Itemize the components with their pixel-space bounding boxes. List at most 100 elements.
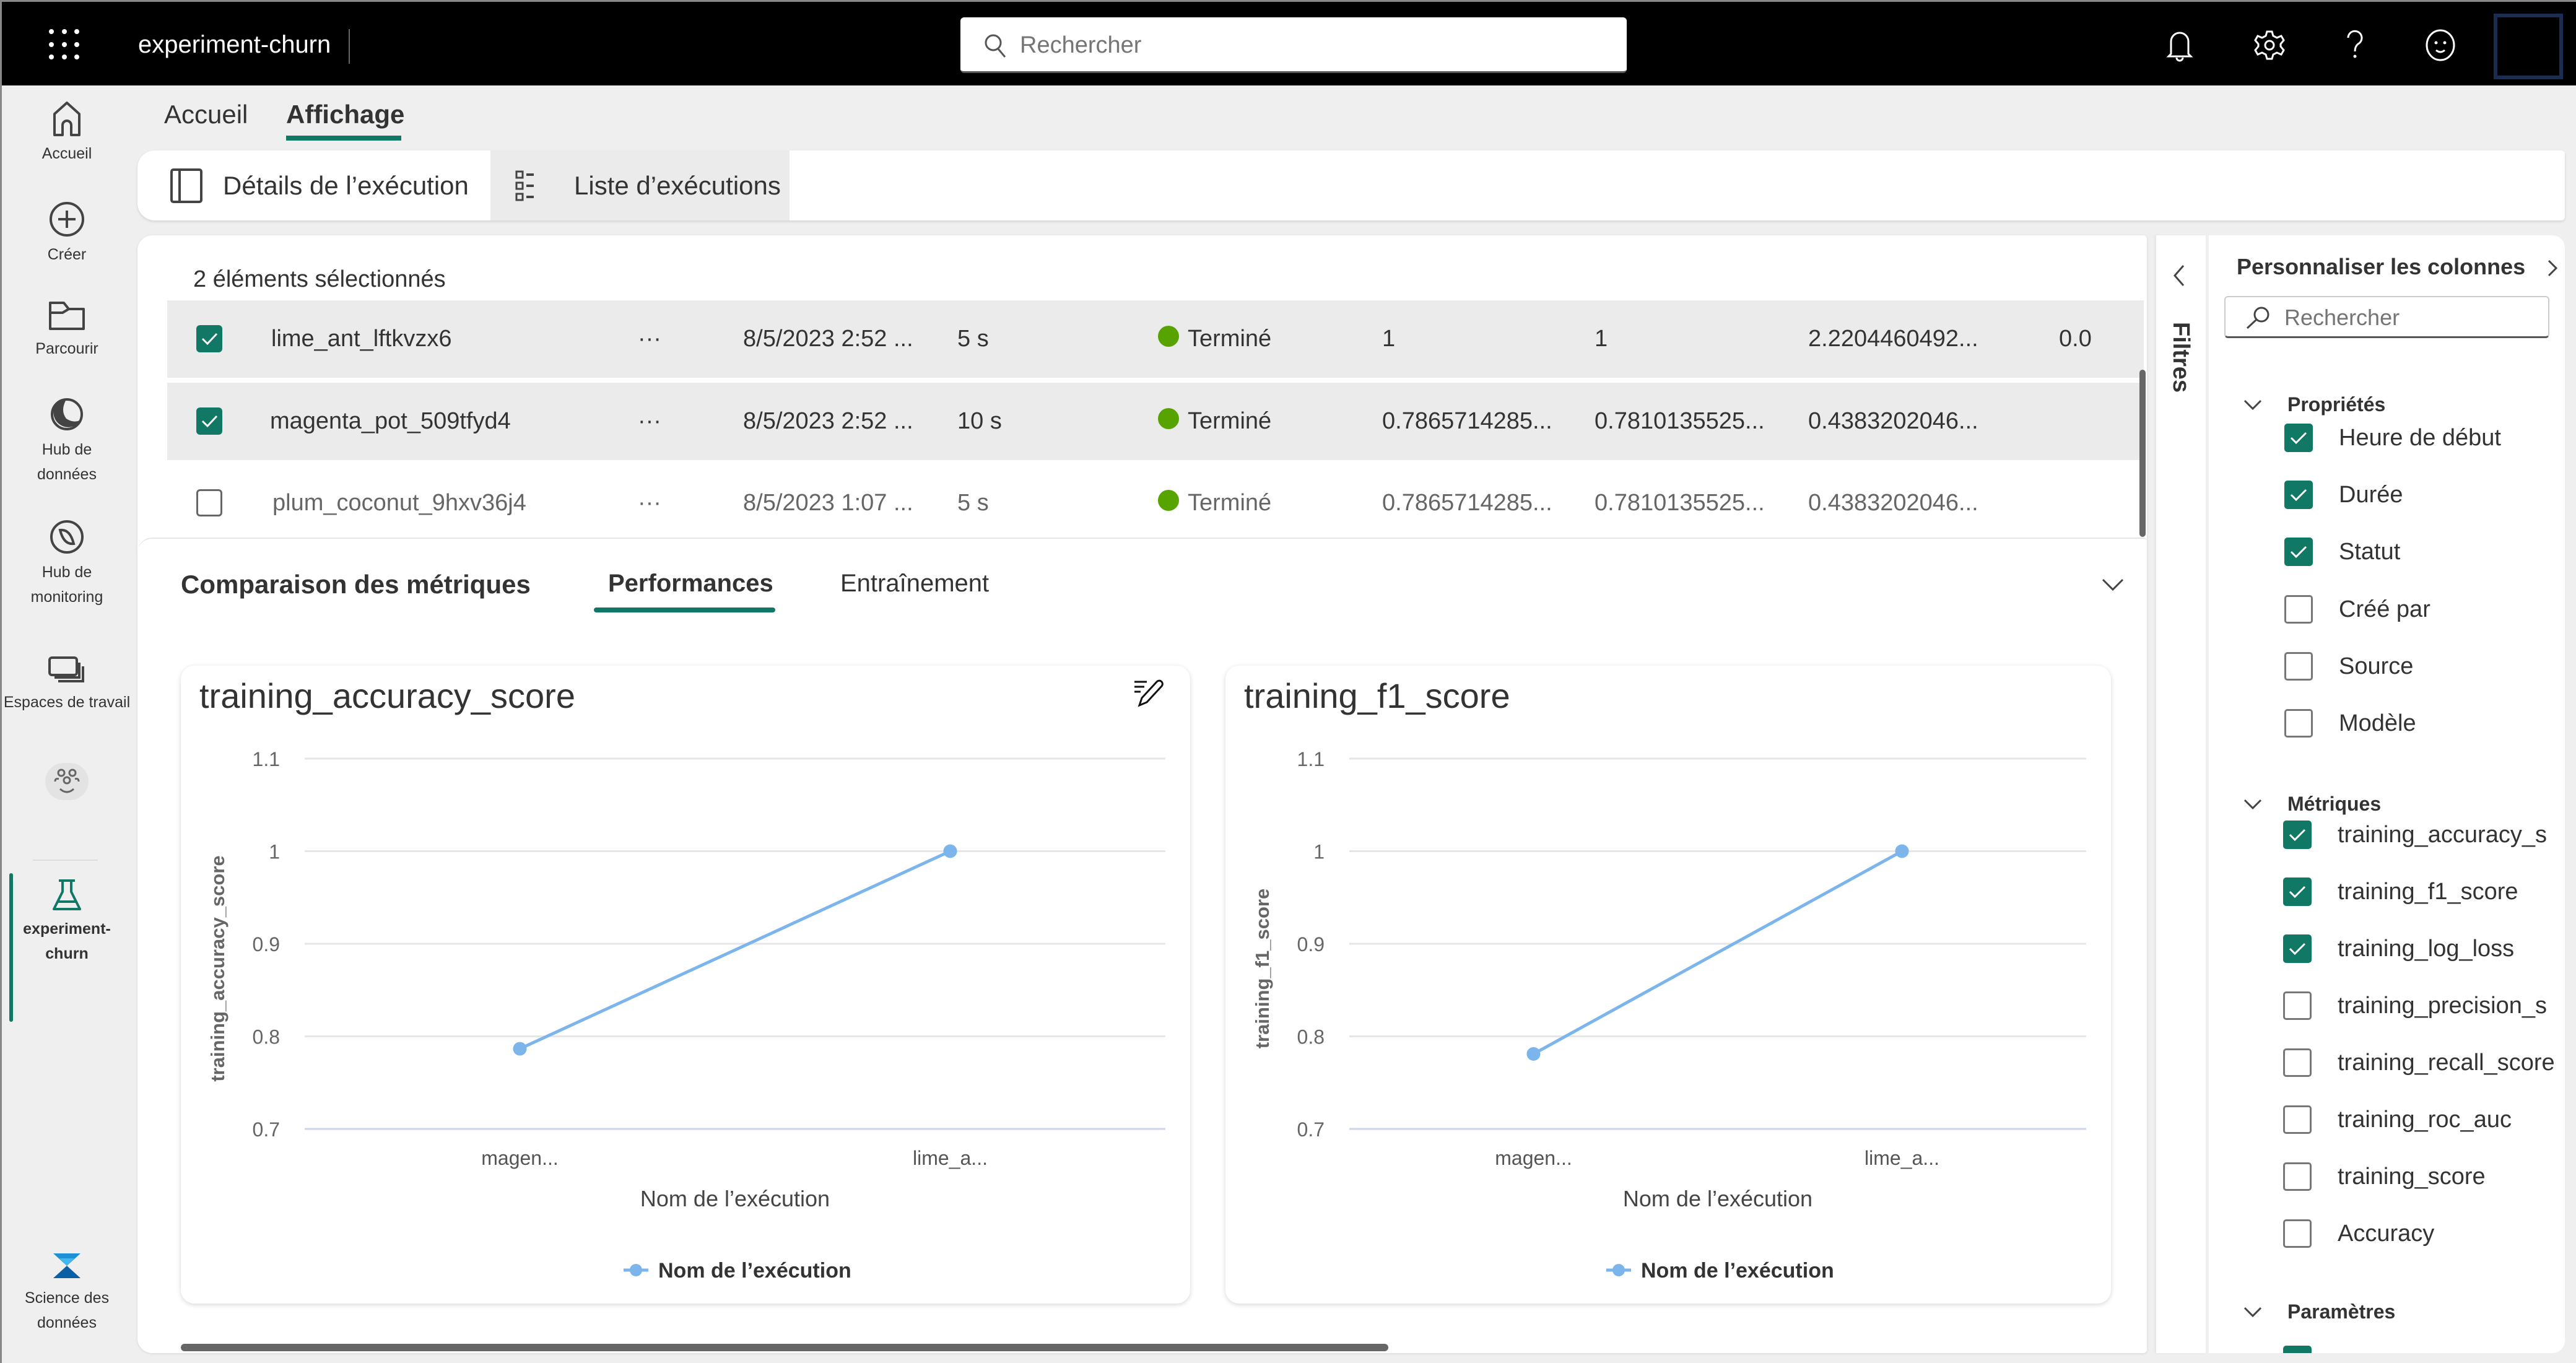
metric-f1: 0.7810135525... [1595,408,1765,434]
table-row[interactable]: plum_coconut_9hxv36j4 ··· 8/5/2023 1:07 … [167,464,2144,542]
x-axis-label: Nom de l’exécution [1623,1186,1812,1211]
checkbox-unchecked[interactable] [2283,1162,2312,1191]
nav-item-monitoring-hub[interactable]: Hub de monitoring [2,518,132,609]
table-row[interactable]: magenta_pot_509tfyd4 ··· 8/5/2023 2:52 .… [167,383,2144,460]
column-option[interactable]: training_score [2283,1161,2486,1192]
x-tick-label: magen... [481,1147,559,1169]
filters-toggle[interactable]: Filtres [2167,322,2194,393]
y-tick-label: 0.7 [253,1118,280,1141]
checkbox-unchecked[interactable] [2283,991,2312,1020]
nav-item-browse[interactable]: Parcourir [2,299,132,361]
column-option[interactable]: training_recall_score [2283,1047,2555,1078]
checkbox-checked[interactable] [2284,538,2313,566]
metric-f1: 0.7810135525... [1595,490,1765,516]
checkbox-unchecked[interactable] [2283,1219,2312,1248]
column-option[interactable]: training_accuracy_s [2283,819,2547,850]
column-option[interactable]: Accuracy [2283,1218,2434,1249]
nav-item-create[interactable]: Créer [2,200,132,267]
checkbox-unchecked[interactable] [2284,652,2313,681]
feedback-smiley-icon[interactable] [2422,27,2459,64]
checkbox-checked[interactable] [2284,424,2313,452]
more-options-icon[interactable]: ··· [638,383,661,460]
more-options-icon[interactable]: ··· [638,300,661,378]
series-line [519,850,951,1050]
columns-search[interactable] [2224,296,2549,338]
bell-icon[interactable] [2161,27,2198,64]
waffle-icon[interactable] [49,29,81,61]
table-row[interactable]: lime_ant_lftkvzx6 ··· 8/5/2023 2:52 ... … [167,300,2144,378]
checkbox-checked[interactable] [2283,934,2312,963]
columns-search-input[interactable] [2284,303,2532,332]
column-option[interactable]: Heure de début [2284,422,2501,453]
start-time: 8/5/2023 1:07 ... [743,490,913,516]
column-option[interactable]: Modèle [2284,708,2416,739]
checkbox-checked[interactable] [2283,877,2312,906]
nav-divider [33,860,98,861]
run-name[interactable]: magenta_pot_509tfyd4 [270,383,511,460]
checkbox-checked[interactable] [2283,1346,2312,1353]
customize-columns-title[interactable]: Personnaliser les colonnes [2237,254,2559,280]
group-properties[interactable]: Propriétés [2243,393,2385,416]
column-option[interactable]: training_precision_s [2283,990,2547,1021]
checkbox-unchecked[interactable] [2284,595,2313,624]
app-title[interactable]: experiment-churn [138,29,331,60]
collapse-left-chevron-icon[interactable] [2171,263,2186,291]
column-option[interactable]: Statut [2284,536,2400,567]
option-label: training_precision_s [2338,992,2547,1019]
nav-item-data-science[interactable]: Science des données [2,1250,132,1335]
group-parameters[interactable]: Paramètres [2243,1300,2395,1323]
y-tick-label: 1 [1313,841,1325,863]
data-science-logo [53,1253,80,1278]
checkbox-checked[interactable] [2283,821,2312,849]
help-icon[interactable] [2336,27,2374,64]
gear-icon[interactable] [2251,27,2288,64]
column-option[interactable]: training_f1_score [2283,876,2518,907]
row-checkbox[interactable] [196,407,222,435]
more-options-icon[interactable]: ··· [638,464,661,542]
run-list-button[interactable]: Liste d’exécutions [490,150,790,220]
nav-item-people[interactable] [2,767,132,799]
tab-view[interactable]: Affichage [286,96,404,133]
checkbox-unchecked[interactable] [2283,1048,2312,1077]
collapse-chevron-icon[interactable] [2100,577,2125,595]
row-checkbox[interactable] [196,325,222,352]
tab-home[interactable]: Accueil [164,96,248,133]
vertical-scrollbar[interactable] [2139,370,2146,537]
chart-card-f1: training_f1_score 1.1 1 0.9 0.8 0.7 magen... l… [1225,666,2111,1304]
column-option[interactable]: Source [2284,651,2413,682]
horizontal-scrollbar[interactable] [181,1344,1388,1351]
global-search[interactable] [960,17,1627,73]
checkbox-unchecked[interactable] [2284,709,2313,738]
tab-training[interactable]: Entraînement [840,570,989,598]
filters-strip: Filtres [2156,235,2206,1353]
global-search-input[interactable] [1020,28,1577,62]
status-text: Terminé [1188,490,1272,516]
y-axis-label: training_f1_score [1251,889,1273,1048]
column-option[interactable]: Créé par [2284,594,2430,625]
row-checkbox[interactable] [196,489,222,516]
run-list-label: Liste d’exécutions [574,170,781,200]
chevron-right-icon [2548,260,2558,277]
tab-performances[interactable]: Performances [608,570,773,598]
check-circle-icon [1158,325,1179,347]
run-name[interactable]: lime_ant_lftkvzx6 [271,300,451,378]
group-metrics[interactable]: Métriques [2243,793,2381,816]
account-avatar[interactable] [2494,14,2563,79]
nav-item-data-hub[interactable]: Hub de données [2,395,132,487]
run-name[interactable]: plum_coconut_9hxv36j4 [272,464,526,542]
column-option[interactable]: training_log_loss [2283,933,2514,964]
nav-label: Hub de monitoring [30,564,103,606]
column-option[interactable]: training_roc_auc [2283,1104,2512,1135]
monitoring-icon [50,520,84,554]
nav-item-home[interactable]: Accueil [2,99,132,166]
data-point [1895,844,1909,858]
column-option[interactable]: Durée [2284,479,2403,510]
checkbox-checked[interactable] [2284,481,2313,509]
checkbox-unchecked[interactable] [2283,1105,2312,1134]
duration: 5 s [957,326,989,352]
legend-label: Nom de l’exécution [1641,1259,1834,1282]
option-label: Source [2339,653,2414,679]
nav-item-workspaces[interactable]: Espaces de travail [2,655,132,715]
run-details-button[interactable]: Détails de l’exécution [137,150,490,220]
nav-item-experiment-churn[interactable]: experiment-churn [2,878,132,966]
